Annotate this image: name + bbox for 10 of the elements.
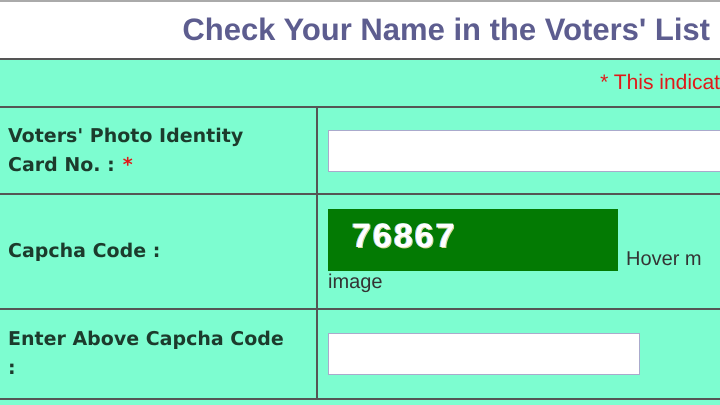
input-field[interactable] <box>328 130 720 172</box>
input-field[interactable] <box>328 333 640 375</box>
captcha-image: 76867 <box>328 209 618 271</box>
field-label: Voters' Photo Identity Card No. : * <box>8 124 244 178</box>
required-note: * This indicat <box>600 71 720 95</box>
field-label: Capcha Code : <box>8 239 162 264</box>
hint-text: image <box>328 271 382 294</box>
field-label: Enter Above Capcha Code : <box>8 327 285 381</box>
hint-text: Hover m <box>626 248 702 271</box>
page-title: Check Your Name in the Voters' List <box>182 12 710 48</box>
